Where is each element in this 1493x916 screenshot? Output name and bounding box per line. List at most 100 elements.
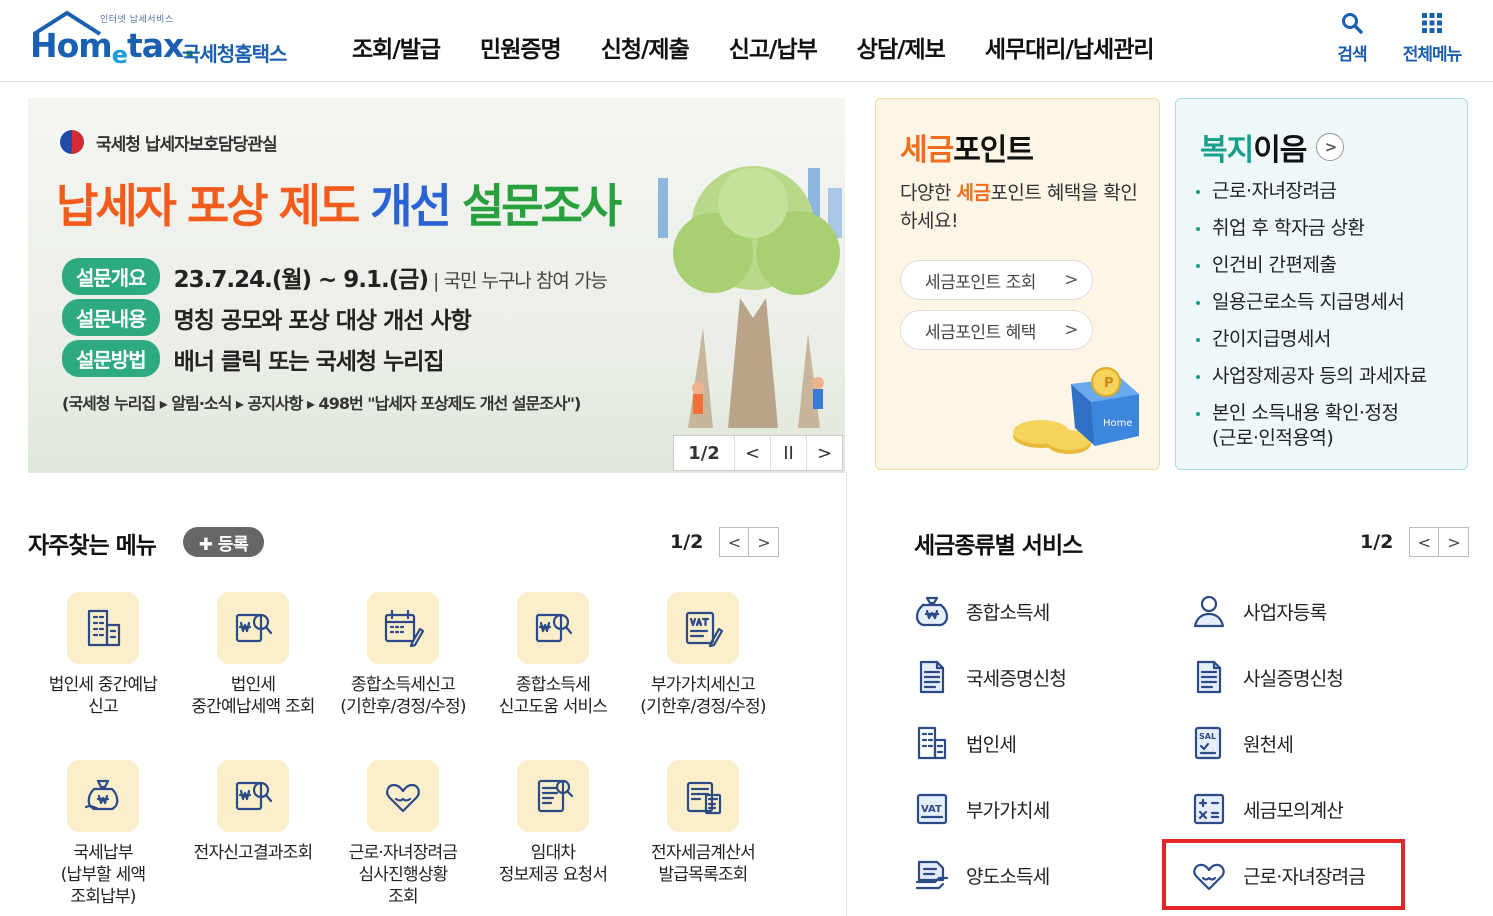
- frequent-pager: 1/2 < >: [670, 527, 780, 557]
- tax-point-inquiry-label: 세금포인트 조회: [925, 272, 1036, 293]
- svg-text:VAT: VAT: [921, 804, 942, 815]
- welfare-title-hl: 복지: [1200, 133, 1254, 168]
- frequent-menu-item[interactable]: 임대차 정보제공 요청서: [478, 760, 628, 886]
- welfare-box: 복지 이음 > 근로·자녀장려금 취업 후 학자금 상환 인건비 간편제출 일용근…: [1175, 98, 1468, 470]
- welfare-item-labor-cost[interactable]: 인건비 간편제출: [1196, 253, 1461, 278]
- main-banner[interactable]: 국세청 납세자보호담당관실 납세자 포상 제도 개선 설문조사 설문개요 23.…: [28, 98, 845, 473]
- tax-service-item[interactable]: 국세증명신청: [912, 657, 1067, 697]
- search-button[interactable]: 검색: [1317, 12, 1387, 65]
- tax-service-page-indicator: 1/2: [1360, 531, 1394, 553]
- tax-point-desc: 다양한 세금포인트 혜택을 확인하세요!: [900, 179, 1150, 235]
- tax-point-desc-hl: 세금: [956, 182, 991, 204]
- vat-pen-icon: [667, 592, 739, 664]
- frequent-menu-item[interactable]: 법인세 중간예납 신고: [28, 592, 178, 718]
- banner-next-button[interactable]: >: [806, 436, 842, 470]
- welfare-more-button[interactable]: >: [1316, 133, 1345, 161]
- grid-menu-icon: [1422, 13, 1442, 33]
- tax-service-item[interactable]: 종합소득세: [912, 591, 1050, 631]
- tax-service-item[interactable]: 사실증명신청: [1189, 657, 1344, 697]
- tax-point-desc-pre: 다양한: [900, 182, 957, 204]
- banner-org: 국세청 납세자보호담당관실: [58, 128, 278, 156]
- frequent-menu-title: 자주찾는 메뉴: [28, 533, 157, 559]
- tax-service-item[interactable]: SAL 원천세: [1189, 723, 1294, 763]
- banner-row-method: 설문방법 배너 클릭 또는 국세청 누리집: [62, 340, 445, 377]
- banner-pause-button[interactable]: II: [770, 436, 806, 470]
- tax-point-box: 세금포인트 다양한 세금포인트 혜택을 확인하세요! 세금포인트 조회 > 세금…: [875, 98, 1160, 470]
- gnb-tax-agent[interactable]: 세무대리/납세관리: [985, 30, 1155, 64]
- banner-pill: 설문방법: [62, 340, 160, 377]
- frequent-menu-item[interactable]: 전자세금계산서 발급목록조회: [628, 760, 778, 886]
- all-menu-button[interactable]: 전체메뉴: [1397, 12, 1467, 65]
- tax-service-prev-button[interactable]: <: [1409, 527, 1440, 557]
- tax-service-label: 세금모의계산: [1243, 799, 1344, 822]
- tax-point-benefit-button[interactable]: 세금포인트 혜택 >: [900, 310, 1093, 350]
- frequent-menu-item[interactable]: 전자신고결과조회: [178, 760, 328, 864]
- gnb-apply-submit[interactable]: 신청/제출: [601, 30, 690, 64]
- banner-row-main: 23.7.24.(월) ~ 9.1.(금): [173, 266, 429, 293]
- frequent-next-button[interactable]: >: [749, 527, 780, 557]
- tax-service-label: 양도소득세: [966, 865, 1050, 888]
- frequent-page-indicator: 1/2: [670, 531, 704, 553]
- search-icon: [1342, 13, 1363, 34]
- frequent-menu-label: 근로·자녀장려금 심사진행상황 조회: [348, 843, 458, 907]
- frequent-menu-item[interactable]: 종합소득세신고 (기한후/경정/수정): [328, 592, 478, 718]
- won-document-search-icon: [217, 760, 289, 832]
- transfer-document-icon: [912, 855, 952, 895]
- welfare-item-student-loan[interactable]: 취업 후 학자금 상환: [1196, 216, 1461, 241]
- calculator-icon: [1189, 789, 1229, 829]
- tree-illustration-icon: [658, 166, 842, 428]
- tax-service-item[interactable]: VAT 부가가치세: [912, 789, 1050, 829]
- money-bag-icon: [67, 760, 139, 832]
- banner-pill: 설문개요: [62, 258, 160, 295]
- welfare-item-daily-wage[interactable]: 일용근로소득 지급명세서: [1196, 290, 1461, 315]
- register-menu-button[interactable]: ✚ 등록: [183, 527, 264, 557]
- document-search-icon: [517, 760, 589, 832]
- frequent-menu-item[interactable]: 국세납부 (납부할 세액 조회납부): [28, 760, 178, 908]
- frequent-menu-item[interactable]: 법인세 중간예납세액 조회: [178, 592, 328, 718]
- banner-prev-button[interactable]: <: [734, 436, 770, 470]
- tax-point-inquiry-button[interactable]: 세금포인트 조회 >: [900, 260, 1093, 300]
- banner-row-overview: 설문개요 23.7.24.(월) ~ 9.1.(금) | 국민 누구나 참여 가…: [62, 258, 608, 295]
- frequent-prev-button[interactable]: <: [719, 527, 750, 557]
- tax-service-label: 원천세: [1243, 733, 1294, 756]
- banner-page-indicator: 1/2: [688, 442, 720, 464]
- salary-document-icon: SAL: [1189, 723, 1229, 763]
- frequent-menu-item[interactable]: 부가가치세신고 (기한후/경정/수정): [628, 592, 778, 718]
- gnb-report-pay[interactable]: 신고/납부: [729, 30, 818, 64]
- banner-pill: 설문내용: [62, 299, 160, 336]
- banner-title-part1: 납세자 포상 제도: [56, 179, 371, 233]
- welfare-list: 근로·자녀장려금 취업 후 학자금 상환 인건비 간편제출 일용근로소득 지급명…: [1196, 179, 1461, 463]
- global-nav: 조회/발급 민원증명 신청/제출 신고/납부 상담/제보 세무대리/납세관리: [352, 30, 1194, 64]
- frequent-menu-item[interactable]: 근로·자녀장려금 심사진행상황 조회: [328, 760, 478, 908]
- building-icon: [912, 723, 952, 763]
- welfare-item-workplace-provider[interactable]: 사업장제공자 등의 과세자료: [1196, 364, 1461, 389]
- vat-icon: VAT: [912, 789, 952, 829]
- coin-box-illustration-icon: P Home: [1013, 367, 1139, 454]
- gnb-inquiry-issue[interactable]: 조회/발급: [352, 30, 441, 64]
- frequent-menu-label: 종합소득세 신고도움 서비스: [498, 675, 608, 717]
- welfare-title-rest: 이음: [1253, 133, 1307, 168]
- tax-service-item[interactable]: 세금모의계산: [1189, 789, 1344, 829]
- government-emblem-icon: [58, 128, 86, 156]
- tax-service-next-button[interactable]: >: [1439, 527, 1470, 557]
- tax-service-label: 국세증명신청: [966, 667, 1067, 690]
- tax-service-item[interactable]: 사업자등록: [1189, 591, 1327, 631]
- hometax-logo[interactable]: 인터넷 납세서비스 Hometax. 국세청홈택스: [28, 10, 308, 72]
- frequent-menu-label: 임대차 정보제공 요청서: [498, 843, 608, 885]
- frequent-menu-item[interactable]: 종합소득세 신고도움 서비스: [478, 592, 628, 718]
- gnb-consult-report[interactable]: 상담/제보: [857, 30, 946, 64]
- tax-service-item[interactable]: 법인세: [912, 723, 1017, 763]
- tax-point-benefit-label: 세금포인트 혜택: [925, 322, 1036, 343]
- tax-service-pager: 1/2 < >: [1360, 527, 1470, 557]
- money-bag-won-icon: [912, 591, 952, 631]
- welfare-item-earned-income-credit[interactable]: 근로·자녀장려금: [1196, 179, 1461, 204]
- banner-title: 납세자 포상 제도 개선 설문조사: [56, 170, 622, 236]
- welfare-item-simple-statement[interactable]: 간이지급명세서: [1196, 327, 1461, 352]
- tax-service-item[interactable]: 양도소득세: [912, 855, 1050, 895]
- tax-point-title: 세금포인트: [900, 125, 1034, 169]
- tax-service-label: 법인세: [966, 733, 1017, 756]
- welfare-item-income-check[interactable]: 본인 소득내용 확인·정정 (근로·인적용역): [1196, 401, 1461, 451]
- document-icon: [1189, 657, 1229, 697]
- logo-tagline: 인터넷 납세서비스: [100, 15, 174, 25]
- gnb-civil-certificate[interactable]: 민원증명: [480, 30, 562, 64]
